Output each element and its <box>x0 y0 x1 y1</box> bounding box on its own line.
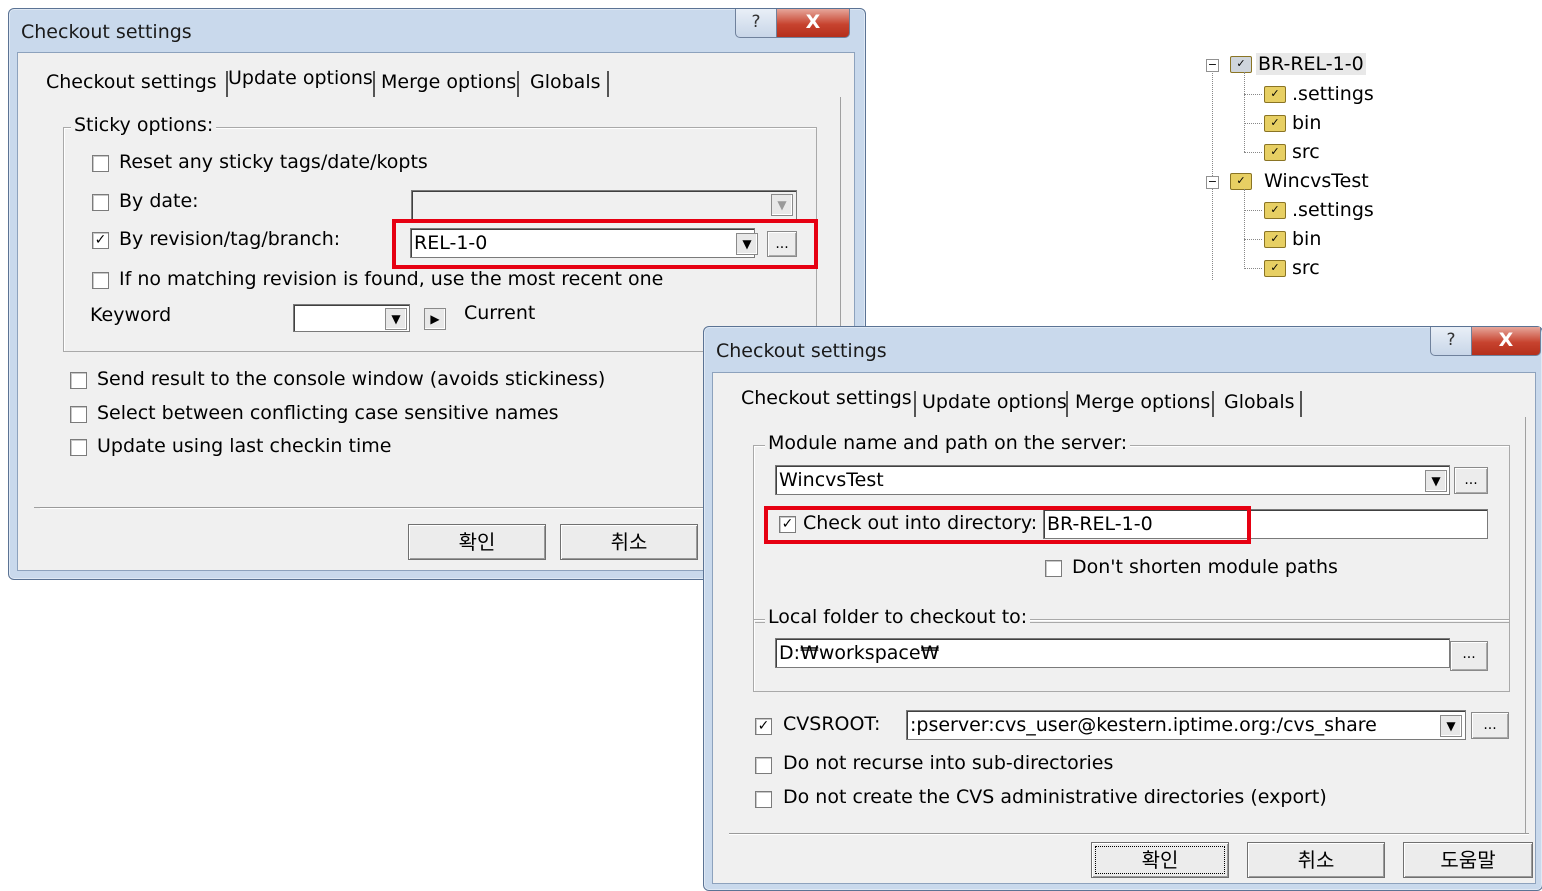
reset-sticky-checkbox[interactable] <box>92 155 109 172</box>
tree-collapse-toggle[interactable]: − <box>1206 59 1219 72</box>
tree-node-src[interactable]: src <box>1292 257 1320 279</box>
tree-node-src[interactable]: src <box>1292 141 1320 163</box>
keyword-label: Keyword <box>90 304 172 326</box>
dialog-title: Checkout settings <box>21 21 192 43</box>
folder-icon: ✓ <box>1230 173 1252 190</box>
tab-checkout-settings[interactable]: Checkout settings <box>741 387 912 409</box>
folder-icon: ✓ <box>1264 144 1286 161</box>
dont-shorten-label: Don't shorten module paths <box>1072 556 1338 578</box>
keyword-insert-button[interactable]: ▶ <box>424 308 446 330</box>
folder-tree: − ✓ BR-REL-1-0 ✓ .settings ✓ bin ✓ src −… <box>1200 50 1400 280</box>
by-date-checkbox[interactable] <box>92 194 109 211</box>
tab-update-options[interactable]: Update options <box>228 67 373 89</box>
cvsroot-checkbox[interactable]: ✓ <box>755 718 772 735</box>
by-date-dropdown[interactable]: ▼ <box>771 194 793 216</box>
no-recurse-label: Do not recurse into sub-directories <box>783 752 1114 774</box>
no-recurse-checkbox[interactable] <box>755 757 772 774</box>
close-button[interactable]: X <box>1471 327 1541 356</box>
button-divider <box>729 833 1529 835</box>
reset-sticky-label: Reset any sticky tags/date/kopts <box>119 151 428 173</box>
module-name-field[interactable]: WincvsTest <box>775 465 1450 495</box>
local-folder-label: Local folder to checkout to: <box>765 606 1031 628</box>
revision-highlight-box <box>392 219 818 269</box>
tree-node-wincvstest[interactable]: WincvsTest <box>1264 170 1369 192</box>
checkout-settings-dialog-checkout: Checkout settings ? X Checkout settings … <box>703 326 1542 891</box>
ok-button[interactable]: 확인 <box>408 524 546 560</box>
local-folder-browse-button[interactable]: ... <box>1450 641 1488 671</box>
by-date-field[interactable] <box>411 190 797 220</box>
cancel-button[interactable]: 취소 <box>560 524 698 560</box>
cvsroot-browse-button[interactable]: ... <box>1471 712 1509 739</box>
folder-icon: ✓ <box>1230 56 1252 73</box>
local-folder-field[interactable]: D:₩workspace₩ <box>775 638 1450 668</box>
tree-node-bin[interactable]: bin <box>1292 112 1321 134</box>
tree-node-bin[interactable]: bin <box>1292 228 1321 250</box>
no-matching-checkbox[interactable] <box>92 272 109 289</box>
cvsroot-dropdown[interactable]: ▼ <box>1440 715 1462 737</box>
tab-merge-options[interactable]: Merge options <box>381 71 516 93</box>
send-result-label: Send result to the console window (avoid… <box>97 368 606 390</box>
tree-node-settings[interactable]: .settings <box>1292 199 1374 221</box>
tab-globals[interactable]: Globals <box>1224 391 1295 413</box>
dialog-client-area: Checkout settings Update options Merge o… <box>712 372 1536 884</box>
by-revision-label: By revision/tag/branch: <box>119 228 341 250</box>
dialog-title: Checkout settings <box>716 340 887 362</box>
folder-icon: ✓ <box>1264 115 1286 132</box>
help-button[interactable]: 도움말 <box>1403 842 1533 878</box>
module-group-label: Module name and path on the server: <box>765 432 1131 454</box>
no-admin-checkbox[interactable] <box>755 791 772 808</box>
dont-shorten-checkbox[interactable] <box>1045 560 1062 577</box>
tab-checkout-settings[interactable]: Checkout settings <box>46 71 217 93</box>
update-last-label: Update using last checkin time <box>97 435 392 457</box>
folder-icon: ✓ <box>1264 86 1286 103</box>
tree-node-br-rel-1-0[interactable]: BR-REL-1-0 <box>1256 53 1366 75</box>
tree-collapse-toggle[interactable]: − <box>1206 176 1219 189</box>
by-date-label: By date: <box>119 190 199 212</box>
tab-update-options[interactable]: Update options <box>922 391 1067 413</box>
tab-globals[interactable]: Globals <box>530 71 601 93</box>
cvsroot-label: CVSROOT: <box>783 713 881 735</box>
keyword-dropdown[interactable]: ▼ <box>385 308 407 330</box>
send-result-checkbox[interactable] <box>70 372 87 389</box>
close-button[interactable]: X <box>776 9 850 38</box>
select-between-label: Select between conflicting case sensitiv… <box>97 402 559 424</box>
by-revision-checkbox[interactable]: ✓ <box>92 232 109 249</box>
cvsroot-field[interactable]: :pserver:cvs_user@kestern.iptime.org:/cv… <box>906 710 1466 740</box>
folder-icon: ✓ <box>1264 231 1286 248</box>
tab-merge-options[interactable]: Merge options <box>1075 391 1210 413</box>
module-browse-button[interactable]: ... <box>1454 467 1488 494</box>
update-last-checkbox[interactable] <box>70 439 87 456</box>
sticky-options-label: Sticky options: <box>71 114 217 136</box>
help-caption-button[interactable]: ? <box>1430 327 1472 356</box>
checkout-directory-highlight-box <box>764 506 1251 544</box>
select-between-checkbox[interactable] <box>70 406 87 423</box>
folder-icon: ✓ <box>1264 202 1286 219</box>
no-matching-label: If no matching revision is found, use th… <box>119 268 664 290</box>
cancel-button[interactable]: 취소 <box>1247 842 1385 878</box>
tree-node-settings[interactable]: .settings <box>1292 83 1374 105</box>
no-admin-label: Do not create the CVS administrative dir… <box>783 786 1327 808</box>
folder-icon: ✓ <box>1264 260 1286 277</box>
module-dropdown[interactable]: ▼ <box>1425 470 1447 492</box>
ok-button[interactable]: 확인 <box>1091 842 1229 878</box>
keyword-current-label: Current <box>464 302 536 324</box>
help-caption-button[interactable]: ? <box>735 9 777 38</box>
